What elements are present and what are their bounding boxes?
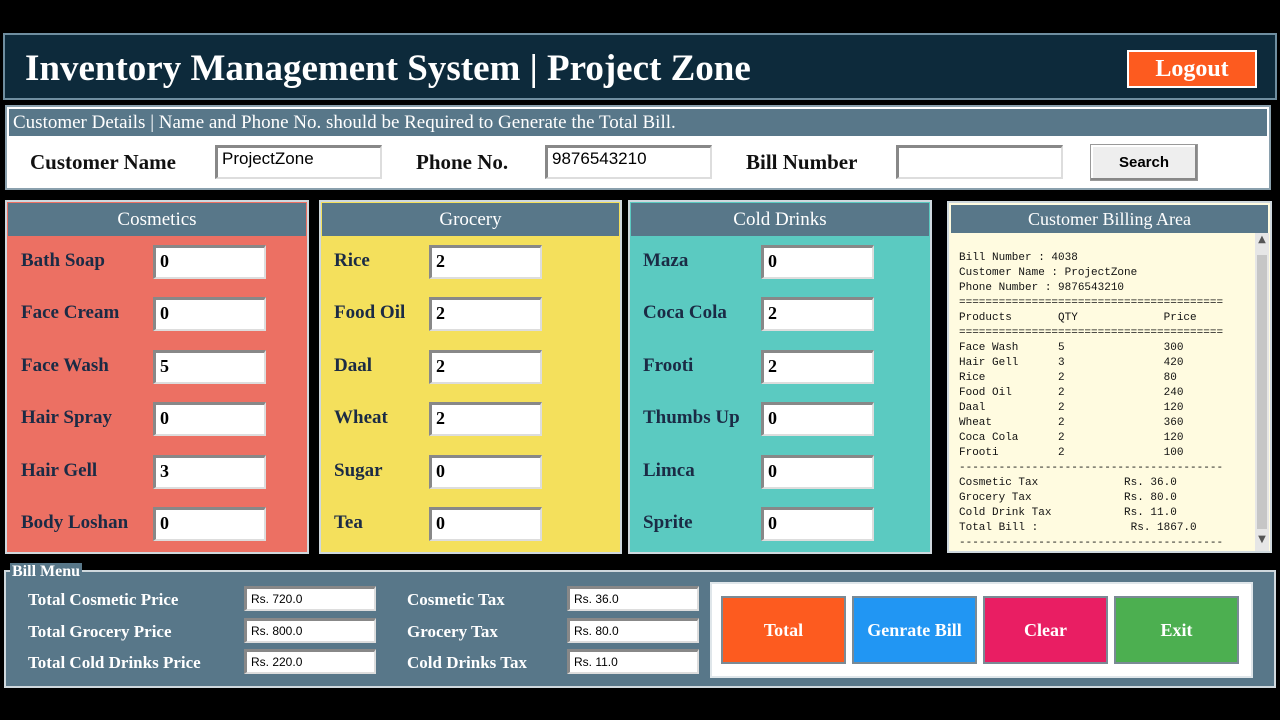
app-header: Inventory Management System | Project Zo… [3, 33, 1277, 100]
sprite-label: Sprite [643, 512, 693, 533]
maza-qty-input[interactable]: 0 [761, 245, 874, 279]
cold-drinks-title: Cold Drinks [631, 203, 929, 236]
thumbs-up-qty-input[interactable]: 0 [761, 402, 874, 436]
cold-drinks-panel: Cold Drinks Maza 0 Coca Cola 2 Frooti 2 … [628, 200, 932, 554]
scroll-down-icon[interactable]: ▼ [1255, 534, 1269, 550]
food-oil-qty-input[interactable]: 2 [429, 297, 542, 331]
face-cream-qty-input[interactable]: 0 [153, 297, 266, 331]
phone-label: Phone No. [416, 150, 509, 174]
wheat-qty-input[interactable]: 2 [429, 402, 542, 436]
limca-qty-input[interactable]: 0 [761, 455, 874, 489]
total-cold-drinks-label: Total Cold Drinks Price [28, 653, 201, 672]
customer-name-input[interactable]: ProjectZone [215, 145, 382, 179]
app-title: Inventory Management System | Project Zo… [25, 48, 751, 89]
body-loshan-label: Body Loshan [21, 512, 129, 533]
clear-button[interactable]: Clear [983, 596, 1108, 664]
hair-spray-label: Hair Spray [21, 407, 112, 428]
wheat-label: Wheat [334, 407, 388, 428]
logout-button[interactable]: Logout [1127, 50, 1257, 88]
sugar-qty-input[interactable]: 0 [429, 455, 542, 489]
face-cream-label: Face Cream [21, 302, 120, 323]
body-loshan-qty-input[interactable]: 0 [153, 507, 266, 541]
coca-cola-qty-input[interactable]: 2 [761, 297, 874, 331]
cold-drinks-tax-label: Cold Drinks Tax [407, 653, 527, 672]
action-buttons-frame: Total Genrate Bill Clear Exit [710, 582, 1253, 678]
cosmetics-panel: Cosmetics Bath Soap 0 Face Cream 0 Face … [5, 200, 309, 554]
grocery-tax-label: Grocery Tax [407, 622, 498, 641]
total-cold-drinks-field[interactable]: Rs. 220.0 [244, 649, 376, 674]
daal-label: Daal [334, 355, 372, 376]
face-wash-label: Face Wash [21, 355, 109, 376]
limca-label: Limca [643, 460, 695, 481]
cold-drinks-tax-field[interactable]: Rs. 11.0 [567, 649, 699, 674]
scroll-thumb[interactable] [1257, 255, 1267, 529]
hair-spray-qty-input[interactable]: 0 [153, 402, 266, 436]
grocery-title: Grocery [322, 203, 619, 236]
billing-area-title: Customer Billing Area [951, 205, 1268, 233]
scroll-up-icon[interactable]: ▲ [1255, 234, 1269, 250]
search-button[interactable]: Search [1090, 144, 1198, 181]
customer-name-label: Customer Name [30, 150, 176, 174]
bill-number-label: Bill Number [746, 150, 858, 174]
cosmetic-tax-field[interactable]: Rs. 36.0 [567, 586, 699, 611]
frooti-label: Frooti [643, 355, 694, 376]
total-button[interactable]: Total [721, 596, 846, 664]
total-grocery-label: Total Grocery Price [28, 622, 172, 641]
bill-menu: Bill Menu Total Cosmetic Price Rs. 720.0… [4, 563, 1276, 688]
total-grocery-field[interactable]: Rs. 800.0 [244, 618, 376, 643]
thumbs-up-label: Thumbs Up [643, 407, 740, 428]
grocery-panel: Grocery Rice 2 Food Oil 2 Daal 2 Wheat 2… [319, 200, 622, 554]
tea-label: Tea [334, 512, 363, 533]
bath-soap-qty-input[interactable]: 0 [153, 245, 266, 279]
hair-gell-label: Hair Gell [21, 460, 98, 481]
generate-bill-button[interactable]: Genrate Bill [852, 596, 977, 664]
sprite-qty-input[interactable]: 0 [761, 507, 874, 541]
coca-cola-label: Coca Cola [643, 302, 727, 323]
rice-label: Rice [334, 250, 370, 271]
phone-input[interactable]: 9876543210 [545, 145, 712, 179]
bath-soap-label: Bath Soap [21, 250, 105, 271]
tea-qty-input[interactable]: 0 [429, 507, 542, 541]
frooti-qty-input[interactable]: 2 [761, 350, 874, 384]
bill-textarea[interactable]: Bill Number : 4038 Customer Name : Proje… [959, 251, 1244, 551]
maza-label: Maza [643, 250, 689, 271]
grocery-tax-field[interactable]: Rs. 80.0 [567, 618, 699, 643]
bill-number-input[interactable] [896, 145, 1063, 179]
customer-details-bar: Customer Details | Name and Phone No. sh… [9, 109, 1267, 136]
bill-scrollbar[interactable]: ▲ ▼ [1255, 233, 1269, 551]
cosmetics-title: Cosmetics [8, 203, 306, 236]
food-oil-label: Food Oil [334, 302, 406, 323]
rice-qty-input[interactable]: 2 [429, 245, 542, 279]
cosmetic-tax-label: Cosmetic Tax [407, 590, 505, 609]
bill-menu-legend: Bill Menu [10, 563, 83, 581]
sugar-label: Sugar [334, 460, 383, 481]
daal-qty-input[interactable]: 2 [429, 350, 542, 384]
billing-area: Customer Billing Area Bill Number : 4038… [947, 201, 1272, 553]
face-wash-qty-input[interactable]: 5 [153, 350, 266, 384]
hair-gell-qty-input[interactable]: 3 [153, 455, 266, 489]
total-cosmetic-field[interactable]: Rs. 720.0 [244, 586, 376, 611]
customer-details-frame: Customer Details | Name and Phone No. sh… [5, 105, 1271, 190]
exit-button[interactable]: Exit [1114, 596, 1239, 664]
total-cosmetic-label: Total Cosmetic Price [28, 590, 179, 609]
